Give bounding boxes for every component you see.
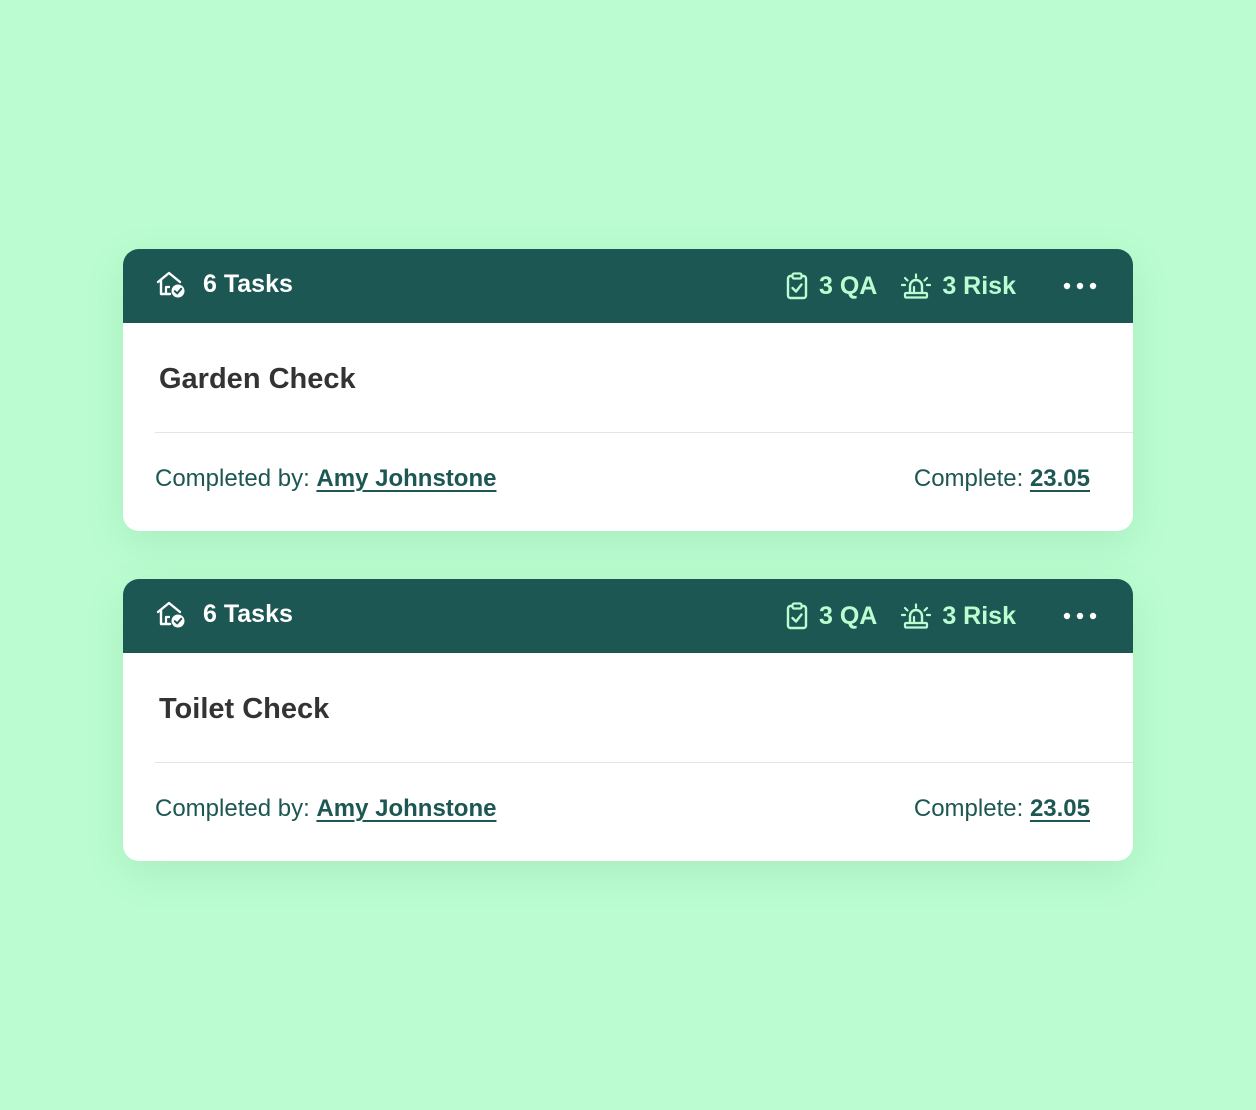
complete-label: Complete:	[913, 465, 1024, 492]
completed-by-name-link[interactable]: Amy Johnstone	[316, 795, 496, 822]
completed-by-name-link[interactable]: Amy Johnstone	[316, 465, 496, 492]
tasks-count: 6 Tasks	[203, 599, 293, 628]
tasks-summary: 6 Tasks	[155, 579, 293, 649]
card-title: Toilet Check	[159, 693, 330, 725]
clipboard-check-icon	[786, 272, 808, 300]
risk-count: 3 Risk	[942, 271, 1016, 300]
completion-date: Complete: 23.05	[914, 795, 1090, 823]
more-options-button[interactable]	[1062, 271, 1098, 301]
tasks-summary: 6 Tasks	[155, 249, 293, 319]
completion-date: Complete: 23.05	[914, 465, 1090, 493]
risk-badge[interactable]: 3 Risk	[901, 602, 1016, 631]
more-dots-icon	[1063, 282, 1097, 290]
risk-badge[interactable]: 3 Risk	[901, 272, 1016, 301]
task-card: 6 Tasks 3 QA	[123, 579, 1133, 861]
qa-count: 3 QA	[818, 601, 878, 630]
risk-count: 3 Risk	[942, 601, 1016, 630]
card-header: 6 Tasks 3 QA 3 Risk	[123, 579, 1133, 653]
completed-by: Completed by: Amy Johnstone	[155, 795, 496, 823]
complete-date-link[interactable]: 23.05	[1030, 795, 1090, 822]
siren-icon	[901, 273, 932, 299]
qa-badge[interactable]: 3 QA	[786, 602, 877, 631]
card-title: Garden Check	[159, 363, 356, 395]
complete-date-link[interactable]: 23.05	[1030, 465, 1090, 492]
home-check-icon	[155, 269, 187, 299]
complete-label: Complete:	[913, 795, 1024, 822]
completed-by-label: Completed by:	[155, 795, 310, 822]
divider	[155, 762, 1133, 763]
card-header: 6 Tasks 3 QA 3 Risk	[123, 249, 1133, 323]
home-check-icon	[155, 599, 187, 629]
qa-badge[interactable]: 3 QA	[786, 272, 877, 301]
qa-count: 3 QA	[818, 271, 878, 300]
task-card: 6 Tasks 3 QA	[123, 249, 1133, 531]
header-badges: 3 QA 3 Risk	[786, 579, 1133, 653]
divider	[155, 432, 1133, 433]
clipboard-check-icon	[786, 602, 808, 630]
siren-icon	[901, 603, 932, 629]
completed-by: Completed by: Amy Johnstone	[155, 465, 496, 493]
completed-by-label: Completed by:	[155, 465, 310, 492]
more-dots-icon	[1063, 612, 1097, 620]
tasks-count: 6 Tasks	[203, 269, 293, 298]
more-options-button[interactable]	[1062, 601, 1098, 631]
header-badges: 3 QA 3 Risk	[786, 249, 1133, 323]
